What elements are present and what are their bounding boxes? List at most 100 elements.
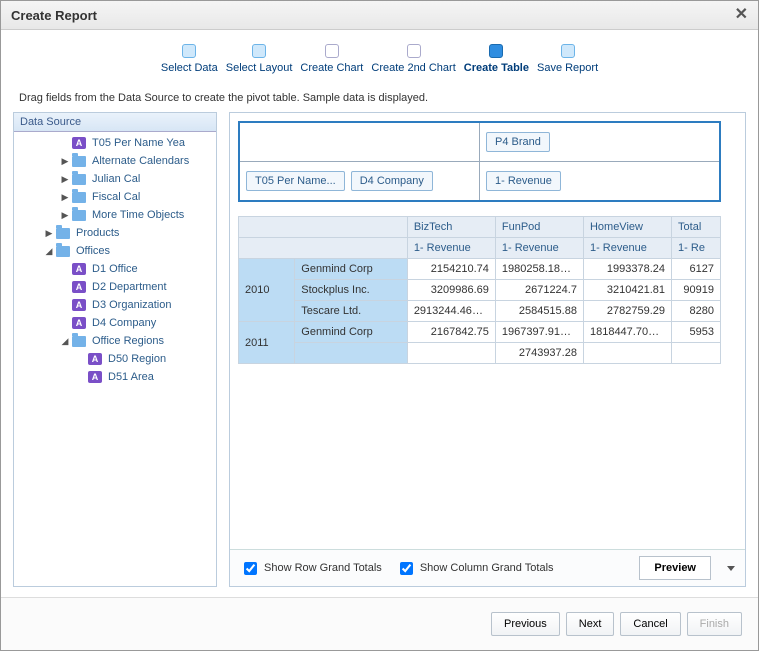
tree-label: T05 Per Name Yea [92, 137, 185, 149]
tree-node[interactable]: A T05 Per Name Yea [14, 134, 216, 152]
cancel-button[interactable]: Cancel [620, 612, 680, 636]
instruction-text: Drag fields from the Data Source to crea… [1, 80, 758, 112]
folder-icon [72, 336, 86, 347]
preview-button[interactable]: Preview [639, 556, 711, 580]
next-button[interactable]: Next [566, 612, 615, 636]
show-row-totals-input[interactable] [244, 562, 257, 575]
col-header[interactable]: HomeView [583, 217, 671, 238]
row-company: Genmind Corp [295, 322, 408, 343]
pivot-options-row: Show Row Grand Totals Show Column Grand … [230, 549, 745, 586]
finish-button[interactable]: Finish [687, 612, 742, 636]
tree-node[interactable]: ▶ More Time Objects [14, 206, 216, 224]
cell [672, 343, 721, 364]
measure-header: 1- Revenue [407, 238, 495, 259]
cell [407, 343, 495, 364]
tree-node[interactable]: ▶ Fiscal Cal [14, 188, 216, 206]
tree-node[interactable]: ◢ Offices [14, 242, 216, 260]
folder-icon [72, 192, 86, 203]
tree-node[interactable]: AD51 Area [14, 368, 216, 386]
tree-label: Fiscal Cal [92, 191, 140, 203]
data-source-hscrollbar[interactable] [14, 570, 216, 586]
attribute-icon: A [72, 317, 86, 329]
chevron-right-icon[interactable]: ▶ [60, 174, 70, 185]
data-source-tree[interactable]: A T05 Per Name Yea ▶ Alternate Calendars ▶… [14, 132, 216, 570]
tree-label: D2 Department [92, 281, 167, 293]
pivot-corner [239, 217, 408, 238]
measure-header: 1- Revenue [583, 238, 671, 259]
pivot-drop-zones[interactable]: P4 Brand T05 Per Name... D4 Company 1- R… [238, 121, 721, 202]
row-year: 2011 [239, 322, 295, 364]
chevron-down-icon[interactable]: ◢ [44, 246, 54, 257]
cell: 2154210.74 [407, 259, 495, 280]
col-header[interactable]: Total [672, 217, 721, 238]
pill-t05-per-name[interactable]: T05 Per Name... [246, 171, 345, 191]
step-label: Save Report [537, 62, 598, 74]
attribute-icon: A [72, 137, 86, 149]
cell: 2671224.7 [495, 280, 583, 301]
show-col-totals-checkbox[interactable]: Show Column Grand Totals [396, 559, 554, 578]
step-create-chart[interactable]: Create Chart [300, 44, 363, 74]
tree-node[interactable]: AD1 Office [14, 260, 216, 278]
cell: 3210421.81 [583, 280, 671, 301]
tree-label: D1 Office [92, 263, 138, 275]
chevron-right-icon[interactable]: ▶ [44, 228, 54, 239]
cell: 8280 [672, 301, 721, 322]
dialog-footer: Previous Next Cancel Finish [1, 597, 758, 650]
drop-zone-empty[interactable] [240, 123, 480, 161]
chevron-right-icon[interactable]: ▶ [60, 192, 70, 203]
tree-label: More Time Objects [92, 209, 184, 221]
close-icon[interactable]: ✕ [735, 7, 748, 23]
row-year: 2010 [239, 259, 295, 322]
cell: 5953 [672, 322, 721, 343]
tree-node[interactable]: ▶Julian Cal [14, 170, 216, 188]
tree-node[interactable]: A D2 Department [14, 278, 216, 296]
col-header[interactable]: FunPod [495, 217, 583, 238]
drop-zone-measures[interactable]: 1- Revenue [480, 162, 719, 200]
design-scroll[interactable]: P4 Brand T05 Per Name... D4 Company 1- R… [230, 113, 729, 549]
preview-dropdown-icon[interactable] [727, 566, 735, 571]
chevron-right-icon[interactable]: ▶ [60, 156, 70, 167]
pivot-hscrollbar[interactable] [238, 364, 721, 380]
step-create-2nd-chart[interactable]: Create 2nd Chart [371, 44, 455, 74]
col-header[interactable]: BizTech [407, 217, 495, 238]
workarea: Data Source AT05 Per Name Yea ▶Alternate… [1, 112, 758, 597]
cell: 1980258.180000002 [495, 259, 583, 280]
tree-node[interactable]: ▶ Alternate Calendars [14, 152, 216, 170]
wizard-steps: Select Data Select Layout Create Chart C… [1, 30, 758, 80]
attribute-icon: A [88, 353, 102, 365]
tree-node[interactable]: AD50 Region [14, 350, 216, 368]
folder-icon [56, 246, 70, 257]
tree-node[interactable]: AD3 Organization [14, 296, 216, 314]
pill-1-revenue[interactable]: 1- Revenue [486, 171, 561, 191]
previous-button[interactable]: Previous [491, 612, 560, 636]
tree-label: D4 Company [92, 317, 156, 329]
tree-label: D3 Organization [92, 299, 172, 311]
cell: 6127 [672, 259, 721, 280]
tree-node[interactable]: ◢ Office Regions [14, 332, 216, 350]
drop-zone-columns[interactable]: P4 Brand [480, 123, 719, 161]
attribute-icon: A [72, 281, 86, 293]
pill-p4-brand[interactable]: P4 Brand [486, 132, 550, 152]
pivot-vscrollbar[interactable] [729, 113, 745, 549]
tree-label: Offices [76, 245, 110, 257]
tree-label: Office Regions [92, 335, 164, 347]
cell: 2913244.4699999997 [407, 301, 495, 322]
tree-node[interactable]: ▶ Products [14, 224, 216, 242]
step-select-layout[interactable]: Select Layout [226, 44, 293, 74]
step-create-table[interactable]: Create Table [464, 44, 529, 74]
cell: 2584515.88 [495, 301, 583, 322]
tree-label: Products [76, 227, 119, 239]
tree-node[interactable]: A D4 Company [14, 314, 216, 332]
chevron-right-icon[interactable]: ▶ [60, 210, 70, 221]
folder-icon [72, 174, 86, 185]
folder-icon [72, 210, 86, 221]
chevron-down-icon[interactable]: ◢ [60, 336, 70, 347]
step-save-report[interactable]: Save Report [537, 44, 598, 74]
show-col-totals-input[interactable] [400, 562, 413, 575]
cell: 2167842.75 [407, 322, 495, 343]
pill-d4-company[interactable]: D4 Company [351, 171, 433, 191]
drop-zone-rows[interactable]: T05 Per Name... D4 Company [240, 162, 480, 200]
step-select-data[interactable]: Select Data [161, 44, 218, 74]
tree-label: Alternate Calendars [92, 155, 189, 167]
show-row-totals-checkbox[interactable]: Show Row Grand Totals [240, 559, 382, 578]
